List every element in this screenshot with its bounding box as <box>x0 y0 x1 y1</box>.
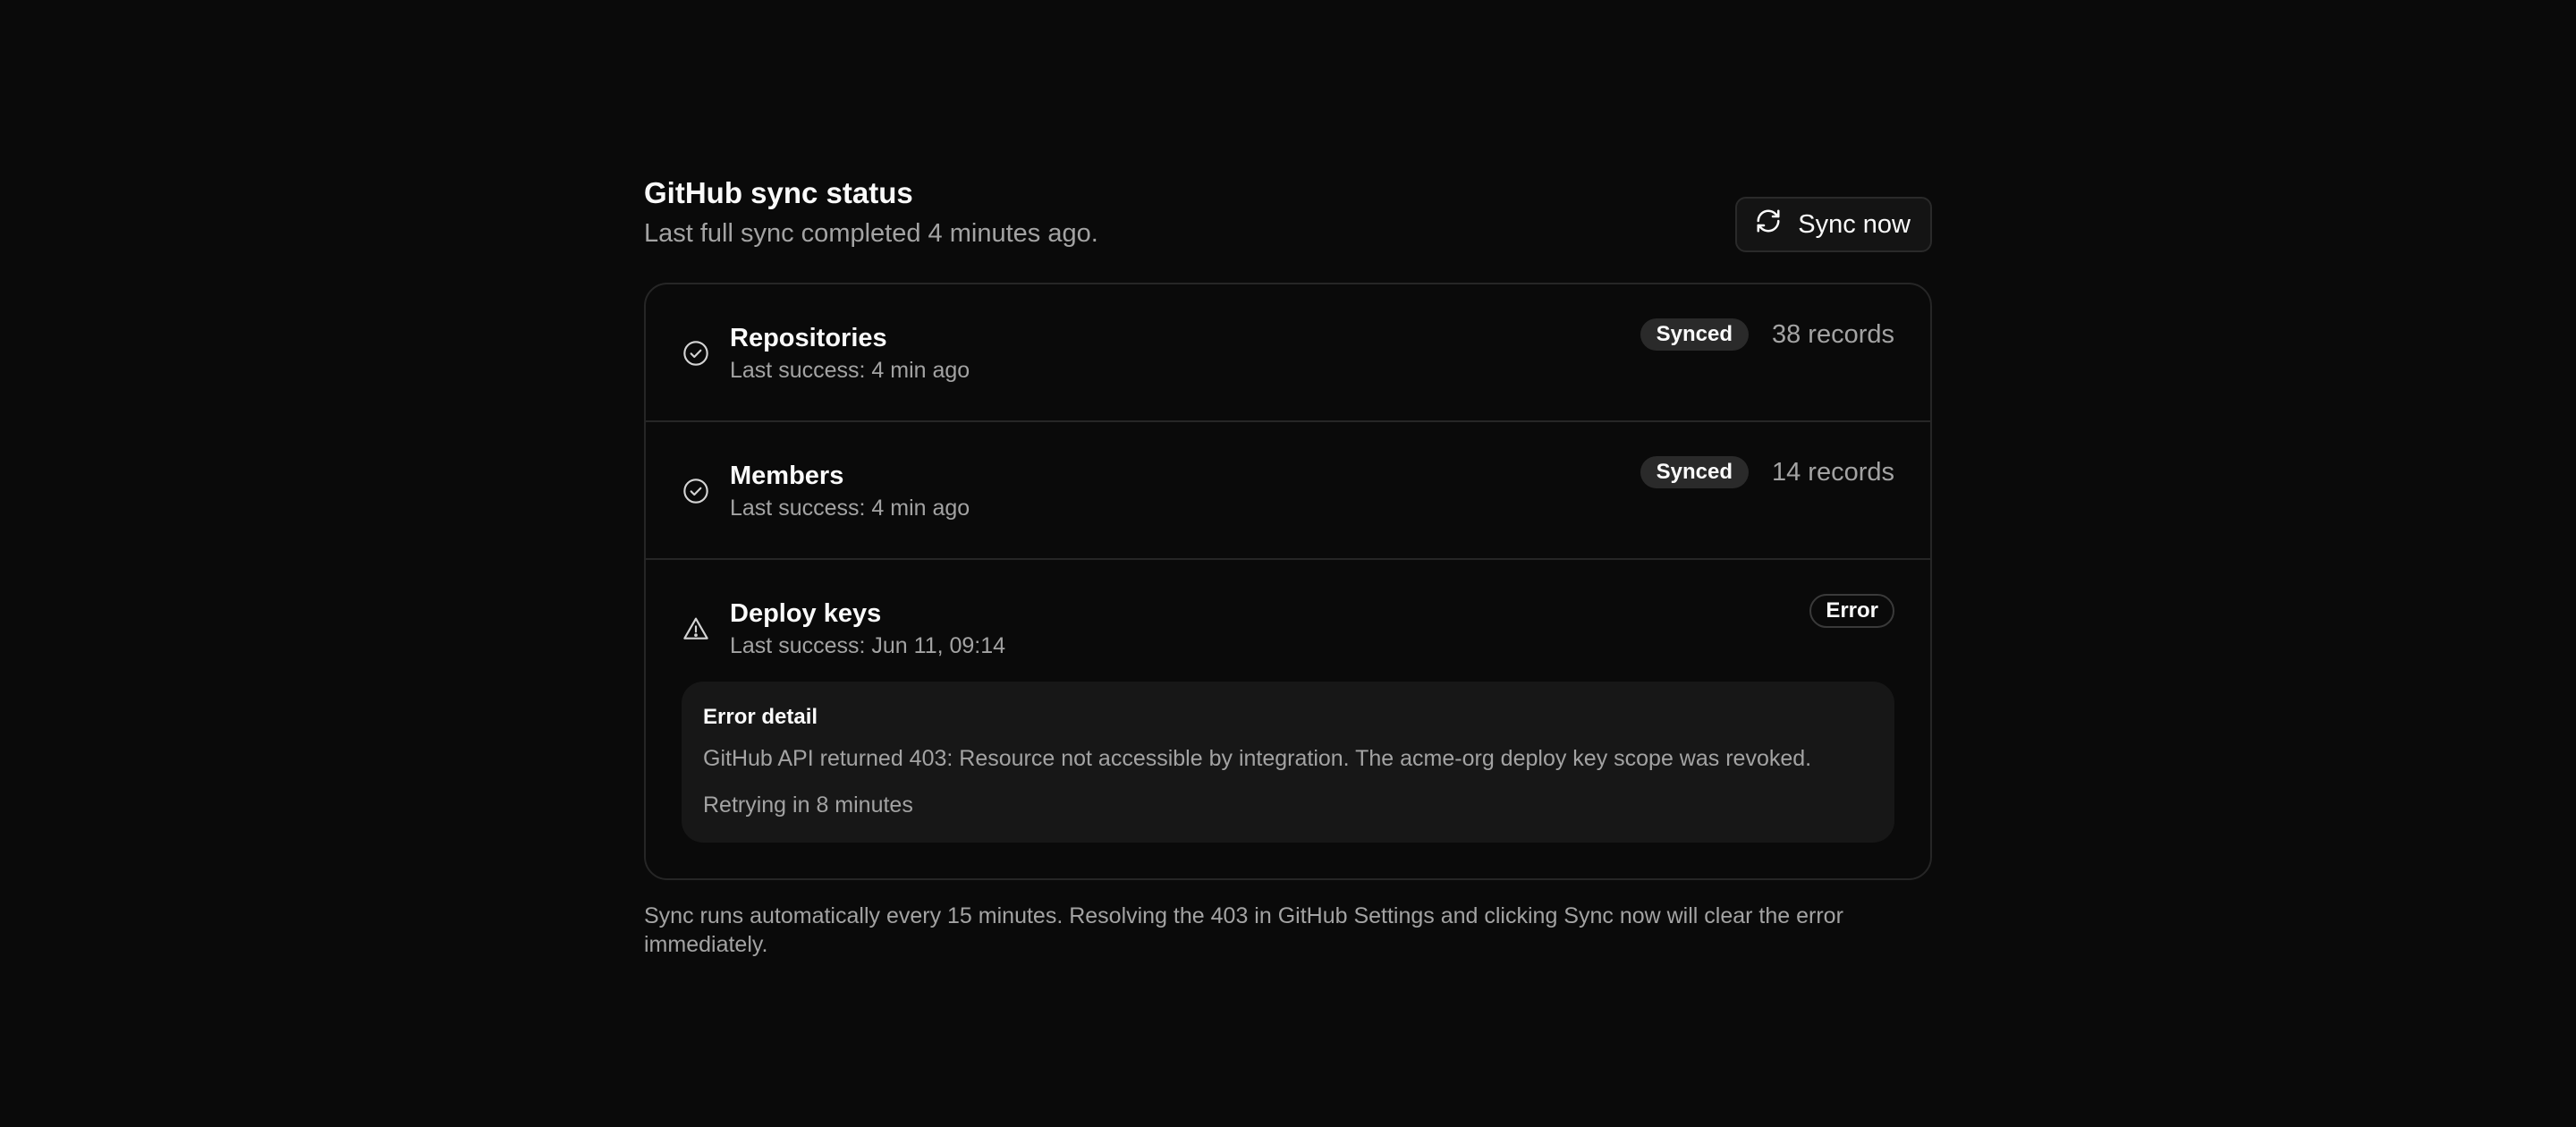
status-badge: Synced <box>1640 456 1749 488</box>
error-detail-box: Error detail GitHub API returned 403: Re… <box>682 682 1894 843</box>
resource-last-success: Last success: 4 min ago <box>730 496 970 521</box>
sync-now-label: Sync now <box>1798 209 1911 239</box>
error-detail-message: GitHub API returned 403: Resource not ac… <box>703 746 1812 771</box>
record-count: 14 records <box>1771 458 1894 487</box>
sync-resources-card: Repositories Last success: 4 min ago Syn… <box>644 283 1932 880</box>
resource-name: Repositories <box>730 324 887 352</box>
check-circle-icon <box>682 477 710 505</box>
resource-row-repositories: Repositories Last success: 4 min ago Syn… <box>646 284 1930 422</box>
resource-last-success: Last success: 4 min ago <box>730 358 970 383</box>
sync-status-panel: GitHub sync status Last full sync comple… <box>644 175 1932 959</box>
warning-triangle-icon <box>682 614 710 643</box>
error-detail-title: Error detail <box>703 705 818 729</box>
header-text: GitHub sync status Last full sync comple… <box>644 175 1098 250</box>
resource-name: Deploy keys <box>730 599 882 628</box>
status-badge: Synced <box>1640 318 1749 351</box>
resource-row-members: Members Last success: 4 min ago Synced 1… <box>646 422 1930 560</box>
record-count: 38 records <box>1771 320 1894 349</box>
page-title: GitHub sync status <box>644 176 913 209</box>
resource-name: Members <box>730 462 844 490</box>
page-subtitle: Last full sync completed 4 minutes ago. <box>644 219 1098 248</box>
panel-header: GitHub sync status Last full sync comple… <box>644 175 1932 283</box>
sync-now-button[interactable]: Sync now <box>1735 197 1932 252</box>
footnote: Sync runs automatically every 15 minutes… <box>644 903 1843 957</box>
error-retry-status: Retrying in 8 minutes <box>703 792 913 818</box>
refresh-icon <box>1755 208 1782 242</box>
check-circle-icon <box>682 339 710 368</box>
status-badge-error: Error <box>1809 594 1894 628</box>
resource-row-deploy-keys: Deploy keys Last success: Jun 11, 09:14 … <box>646 560 1930 878</box>
resource-last-success: Last success: Jun 11, 09:14 <box>730 633 1006 658</box>
